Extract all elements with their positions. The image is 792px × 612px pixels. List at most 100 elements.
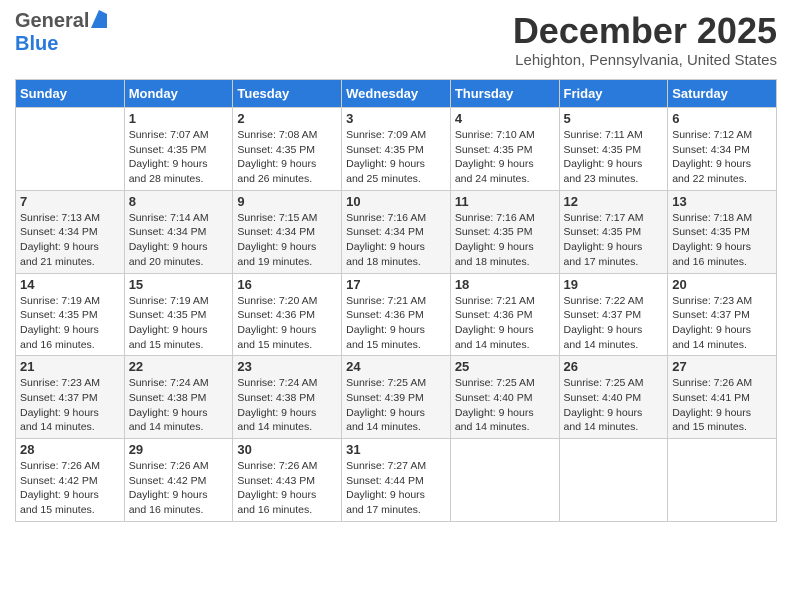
day-number: 23 [237, 359, 337, 374]
day-info: Sunrise: 7:07 AMSunset: 4:35 PMDaylight:… [129, 128, 229, 187]
calendar-cell [668, 439, 777, 522]
calendar-cell: 7Sunrise: 7:13 AMSunset: 4:34 PMDaylight… [16, 190, 125, 273]
day-info: Sunrise: 7:24 AMSunset: 4:38 PMDaylight:… [129, 376, 229, 435]
calendar-cell: 12 Sunrise: 7:17 AMSunset: 4:35 PMDayligh… [559, 190, 668, 273]
day-number: 19 [564, 277, 664, 292]
day-number: 26 [564, 359, 664, 374]
page-header: General Blue December 2025 Lehighton, Pe… [15, 10, 777, 69]
day-number: 6 [672, 111, 772, 126]
calendar-cell [450, 439, 559, 522]
day-info: Sunrise: 7:18 AMSunset: 4:35 PMDaylight:… [672, 211, 772, 270]
day-info: Sunrise: 7:14 AMSunset: 4:34 PMDaylight:… [129, 211, 229, 270]
day-number: 5 [564, 111, 664, 126]
calendar-day-header: Tuesday [233, 80, 342, 108]
calendar-week-row: 14Sunrise: 7:19 AMSunset: 4:35 PMDayligh… [16, 273, 777, 356]
logo-blue: Blue [15, 33, 58, 55]
day-info: Sunrise: 7:08 AMSunset: 4:35 PMDaylight:… [237, 128, 337, 187]
month-title: December 2025 [513, 10, 777, 52]
day-info: Sunrise: 7:12 AMSunset: 4:34 PMDaylight:… [672, 128, 772, 187]
day-number: 13 [672, 194, 772, 209]
calendar-cell: 2Sunrise: 7:08 AMSunset: 4:35 PMDaylight… [233, 108, 342, 191]
day-number: 18 [455, 277, 555, 292]
day-number: 22 [129, 359, 229, 374]
logo-icon [91, 10, 107, 33]
day-info: Sunrise: 7:16 AMSunset: 4:34 PMDaylight:… [346, 211, 446, 270]
calendar-cell: 4Sunrise: 7:10 AMSunset: 4:35 PMDaylight… [450, 108, 559, 191]
title-block: December 2025 Lehighton, Pennsylvania, U… [513, 10, 777, 69]
calendar-day-header: Sunday [16, 80, 125, 108]
calendar-cell: 16Sunrise: 7:20 AMSunset: 4:36 PMDayligh… [233, 273, 342, 356]
calendar-cell: 21Sunrise: 7:23 AMSunset: 4:37 PMDayligh… [16, 356, 125, 439]
day-number: 8 [129, 194, 229, 209]
day-info: Sunrise: 7:25 AMSunset: 4:39 PMDaylight:… [346, 376, 446, 435]
calendar-cell: 8 Sunrise: 7:14 AMSunset: 4:34 PMDaylight… [124, 190, 233, 273]
day-info: Sunrise: 7:21 AMSunset: 4:36 PMDaylight:… [455, 294, 555, 353]
day-info: Sunrise: 7:19 AMSunset: 4:35 PMDaylight:… [129, 294, 229, 353]
day-info: Sunrise: 7:27 AMSunset: 4:44 PMDaylight:… [346, 459, 446, 518]
calendar-cell [16, 108, 125, 191]
day-info: Sunrise: 7:26 AMSunset: 4:43 PMDaylight:… [237, 459, 337, 518]
day-info: Sunrise: 7:20 AMSunset: 4:36 PMDaylight:… [237, 294, 337, 353]
calendar-week-row: 21Sunrise: 7:23 AMSunset: 4:37 PMDayligh… [16, 356, 777, 439]
day-number: 1 [129, 111, 229, 126]
calendar-cell: 26 Sunrise: 7:25 AMSunset: 4:40 PMDayligh… [559, 356, 668, 439]
day-number: 9 [237, 194, 337, 209]
calendar-week-row: 28Sunrise: 7:26 AMSunset: 4:42 PMDayligh… [16, 439, 777, 522]
calendar-cell: 22 Sunrise: 7:24 AMSunset: 4:38 PMDayligh… [124, 356, 233, 439]
calendar-header-row: SundayMondayTuesdayWednesdayThursdayFrid… [16, 80, 777, 108]
calendar-cell: 13 Sunrise: 7:18 AMSunset: 4:35 PMDayligh… [668, 190, 777, 273]
calendar-cell: 6 Sunrise: 7:12 AMSunset: 4:34 PMDaylight… [668, 108, 777, 191]
day-info: Sunrise: 7:11 AMSunset: 4:35 PMDaylight:… [564, 128, 664, 187]
calendar-cell: 11Sunrise: 7:16 AMSunset: 4:35 PMDayligh… [450, 190, 559, 273]
calendar-cell: 5 Sunrise: 7:11 AMSunset: 4:35 PMDaylight… [559, 108, 668, 191]
day-number: 27 [672, 359, 772, 374]
day-info: Sunrise: 7:25 AMSunset: 4:40 PMDaylight:… [455, 376, 555, 435]
day-info: Sunrise: 7:10 AMSunset: 4:35 PMDaylight:… [455, 128, 555, 187]
day-info: Sunrise: 7:21 AMSunset: 4:36 PMDaylight:… [346, 294, 446, 353]
calendar-week-row: 7Sunrise: 7:13 AMSunset: 4:34 PMDaylight… [16, 190, 777, 273]
calendar-cell: 10 Sunrise: 7:16 AMSunset: 4:34 PMDayligh… [342, 190, 451, 273]
calendar-cell: 18 Sunrise: 7:21 AMSunset: 4:36 PMDayligh… [450, 273, 559, 356]
day-number: 17 [346, 277, 446, 292]
calendar-day-header: Wednesday [342, 80, 451, 108]
calendar-cell [559, 439, 668, 522]
day-info: Sunrise: 7:19 AMSunset: 4:35 PMDaylight:… [20, 294, 120, 353]
calendar-cell: 3 Sunrise: 7:09 AMSunset: 4:35 PMDaylight… [342, 108, 451, 191]
day-info: Sunrise: 7:26 AMSunset: 4:41 PMDaylight:… [672, 376, 772, 435]
day-info: Sunrise: 7:25 AMSunset: 4:40 PMDaylight:… [564, 376, 664, 435]
day-number: 12 [564, 194, 664, 209]
calendar-day-header: Monday [124, 80, 233, 108]
day-number: 29 [129, 442, 229, 457]
calendar-day-header: Saturday [668, 80, 777, 108]
day-number: 28 [20, 442, 120, 457]
day-number: 31 [346, 442, 446, 457]
calendar-cell: 17 Sunrise: 7:21 AMSunset: 4:36 PMDayligh… [342, 273, 451, 356]
calendar-cell: 31 Sunrise: 7:27 AMSunset: 4:44 PMDayligh… [342, 439, 451, 522]
calendar-cell: 20 Sunrise: 7:23 AMSunset: 4:37 PMDayligh… [668, 273, 777, 356]
day-info: Sunrise: 7:22 AMSunset: 4:37 PMDaylight:… [564, 294, 664, 353]
day-info: Sunrise: 7:17 AMSunset: 4:35 PMDaylight:… [564, 211, 664, 270]
calendar-week-row: 1 Sunrise: 7:07 AMSunset: 4:35 PMDaylight… [16, 108, 777, 191]
day-number: 24 [346, 359, 446, 374]
day-number: 25 [455, 359, 555, 374]
day-number: 15 [129, 277, 229, 292]
calendar-cell: 15 Sunrise: 7:19 AMSunset: 4:35 PMDayligh… [124, 273, 233, 356]
day-number: 10 [346, 194, 446, 209]
calendar-cell: 14Sunrise: 7:19 AMSunset: 4:35 PMDayligh… [16, 273, 125, 356]
calendar-cell: 23 Sunrise: 7:24 AMSunset: 4:38 PMDayligh… [233, 356, 342, 439]
calendar-cell: 1 Sunrise: 7:07 AMSunset: 4:35 PMDaylight… [124, 108, 233, 191]
day-number: 7 [20, 194, 120, 209]
calendar-cell: 28Sunrise: 7:26 AMSunset: 4:42 PMDayligh… [16, 439, 125, 522]
logo: General Blue [15, 10, 107, 56]
day-number: 30 [237, 442, 337, 457]
day-number: 3 [346, 111, 446, 126]
day-info: Sunrise: 7:09 AMSunset: 4:35 PMDaylight:… [346, 128, 446, 187]
day-info: Sunrise: 7:23 AMSunset: 4:37 PMDaylight:… [672, 294, 772, 353]
logo-general: General [15, 10, 89, 33]
day-info: Sunrise: 7:24 AMSunset: 4:38 PMDaylight:… [237, 376, 337, 435]
location-title: Lehighton, Pennsylvania, United States [513, 52, 777, 69]
calendar-cell: 24 Sunrise: 7:25 AMSunset: 4:39 PMDayligh… [342, 356, 451, 439]
day-number: 20 [672, 277, 772, 292]
calendar-cell: 9 Sunrise: 7:15 AMSunset: 4:34 PMDaylight… [233, 190, 342, 273]
day-info: Sunrise: 7:15 AMSunset: 4:34 PMDaylight:… [237, 211, 337, 270]
